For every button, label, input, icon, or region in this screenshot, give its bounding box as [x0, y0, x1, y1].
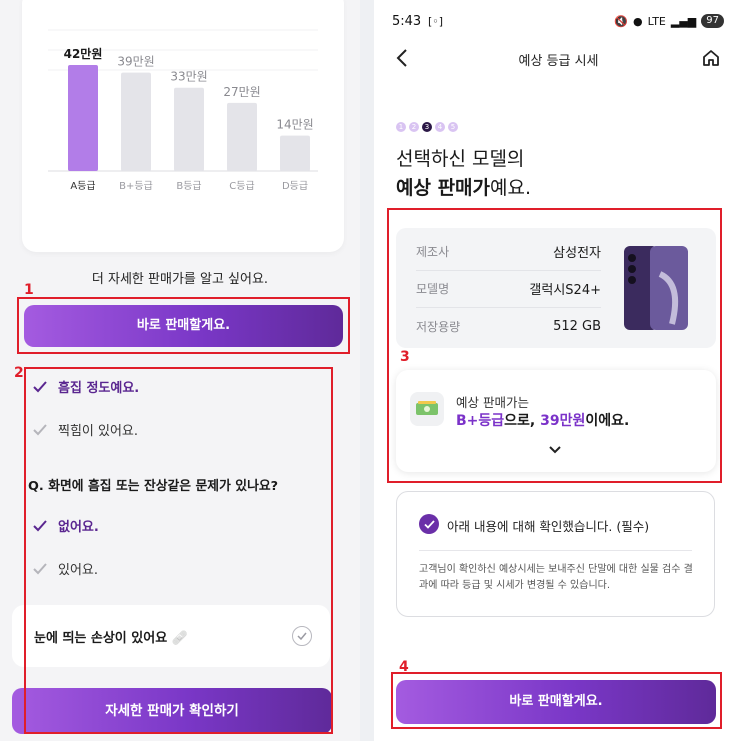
headline-bold: 예상 판매가 [396, 177, 491, 199]
bar-value-label: 14만원 [276, 118, 313, 132]
location-icon: ● [632, 14, 643, 28]
category-label: B등급 [176, 180, 201, 192]
top-nav: 예상 등급 시세 [374, 42, 743, 76]
category-label: D등급 [282, 180, 308, 192]
step-dot: 4 [435, 122, 445, 132]
confirm-label[interactable]: 아래 내용에 대해 확인했습니다. (필수) [447, 516, 649, 535]
price-chart-card: 42만원 A등급 39만원 B+등급 33만원 B등급 27만원 C등급 14만원 D등급 [22, 0, 344, 252]
bar-4 [280, 135, 310, 171]
annotation-box-2 [24, 367, 333, 734]
bar-1 [121, 72, 151, 171]
status-bar: 5:43 [◦] 🔇 ● LTE ▂▄▆ 97 [392, 14, 724, 32]
bar-0 [68, 65, 98, 171]
panel-divider [360, 0, 374, 741]
network-label: LTE [647, 14, 666, 28]
annotation-number: 4 [399, 659, 409, 675]
step-dot-current: 3 [422, 122, 432, 132]
annotation-box-1 [17, 297, 350, 354]
step-dot: 1 [396, 122, 406, 132]
mute-icon: 🔇 [614, 14, 628, 28]
divider [419, 550, 692, 551]
bar-value-label: 27만원 [223, 85, 260, 99]
home-icon[interactable] [701, 48, 721, 72]
step-dot: 2 [409, 122, 419, 132]
headline-line1: 선택하신 모델의 [396, 148, 525, 170]
confirm-check-icon[interactable] [419, 514, 439, 534]
bar-2 [174, 87, 204, 171]
confirm-card: 아래 내용에 대해 확인했습니다. (필수) 고객님이 확인하신 예상시세는 보… [396, 491, 715, 617]
annotation-number: 2 [14, 365, 24, 381]
page-title: 예상 등급 시세 [518, 54, 599, 69]
signal-icon: ▂▄▆ [670, 14, 697, 28]
category-label: A등급 [70, 180, 95, 192]
category-label: C등급 [229, 180, 254, 192]
bar-3 [227, 102, 257, 171]
bar-value-label: 39만원 [117, 55, 154, 69]
category-label: B+등급 [119, 180, 153, 192]
annotation-box-3 [387, 208, 722, 483]
grade-price-chart: 42만원 A등급 39만원 B+등급 33만원 B등급 27만원 C등급 14만원 D등급 [48, 29, 318, 192]
annotation-number: 1 [24, 282, 34, 298]
status-time: 5:43 [392, 14, 422, 29]
status-icons: 🔇 ● LTE ▂▄▆ 97 [614, 14, 724, 28]
battery-level: 97 [701, 14, 724, 28]
step-dot: 5 [448, 122, 458, 132]
annotation-box-4 [391, 672, 722, 729]
more-price-prompt: 더 자세한 판매가를 알고 싶어요. [91, 272, 269, 287]
screenshot-icon: [◦] [428, 15, 444, 28]
step-indicator: 1 2 3 4 5 [396, 122, 458, 132]
bar-value-label: 33만원 [170, 70, 207, 84]
annotation-number: 3 [400, 349, 410, 365]
headline: 선택하신 모델의 예상 판매가예요. [396, 145, 531, 203]
headline-rest: 예요. [490, 177, 532, 199]
bar-value-label: 42만원 [64, 46, 103, 61]
confirm-note: 고객님이 확인하신 예상시세는 보내주신 단말에 대한 실물 검수 결과에 따라… [419, 564, 693, 591]
